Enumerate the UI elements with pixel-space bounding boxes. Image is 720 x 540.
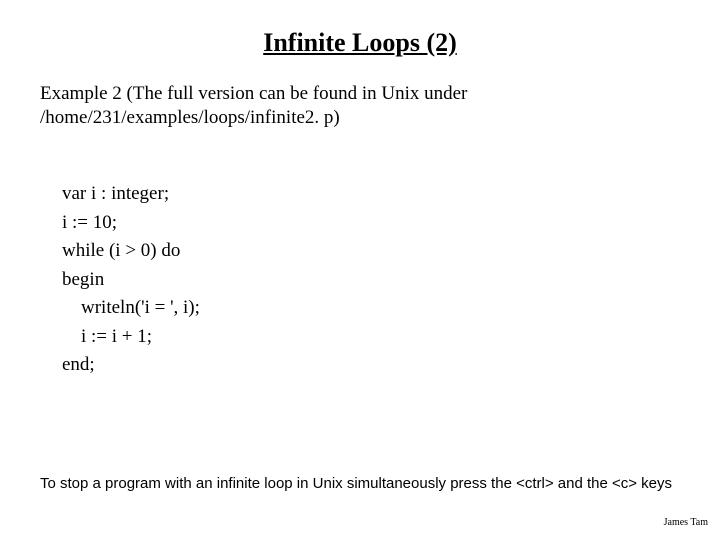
code-line: writeln('i = ', i);: [62, 297, 200, 318]
code-line: end;: [62, 354, 95, 375]
author-credit: James Tam: [664, 517, 708, 528]
code-block: var i : integer; i := 10; while (i > 0) …: [62, 152, 680, 380]
code-line: while (i > 0) do: [62, 240, 180, 261]
code-line: var i : integer;: [62, 183, 169, 204]
footnote: To stop a program with an infinite loop …: [40, 475, 672, 492]
slide: Infinite Loops (2) Example 2 (The full v…: [0, 0, 720, 540]
intro-line-2: /home/231/examples/loops/infinite2. p): [40, 106, 680, 130]
intro-line-1: Example 2 (The full version can be found…: [40, 82, 680, 106]
code-line: begin: [62, 269, 104, 290]
code-line: i := i + 1;: [62, 326, 152, 347]
code-line: i := 10;: [62, 212, 117, 233]
slide-title: Infinite Loops (2): [40, 28, 680, 58]
example-description: Example 2 (The full version can be found…: [40, 82, 680, 130]
